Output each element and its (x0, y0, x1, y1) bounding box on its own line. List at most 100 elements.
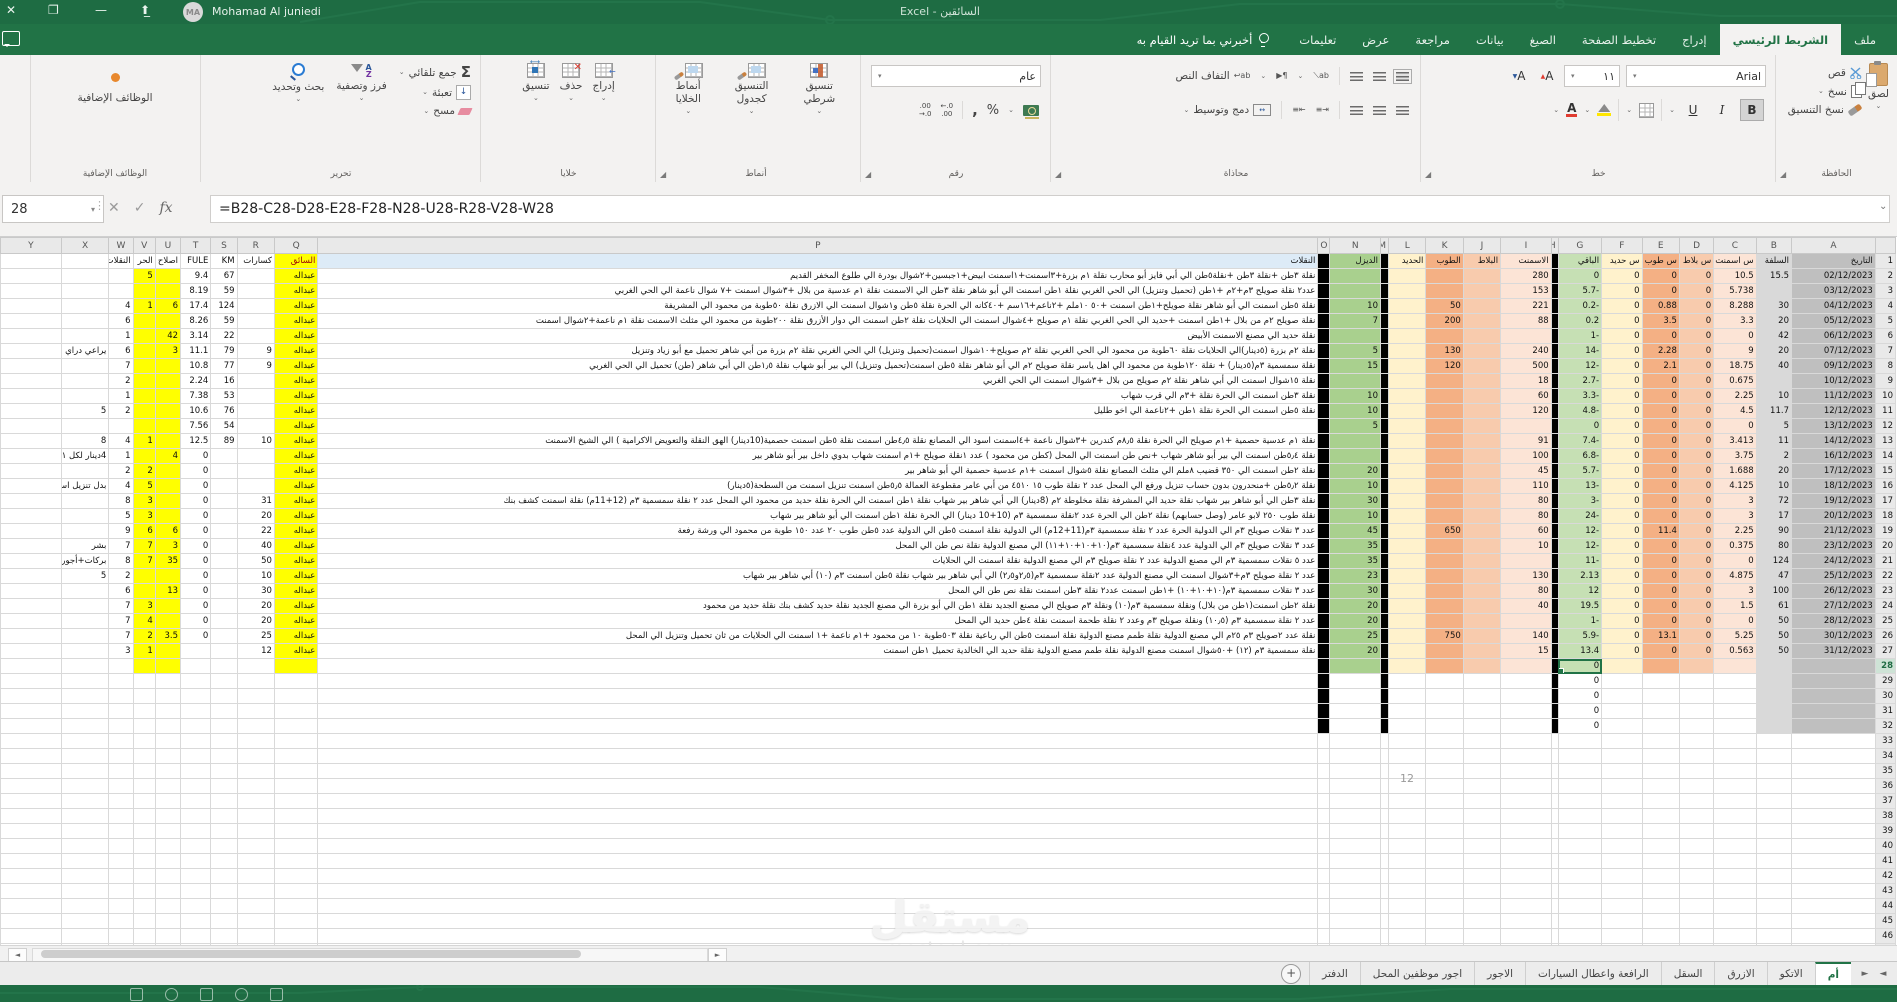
cell-Y34[interactable] (0, 748, 62, 764)
cell-S8[interactable]: 77 (210, 358, 238, 374)
cell-M14[interactable] (1379, 448, 1390, 464)
cell-H9[interactable] (1550, 373, 1559, 389)
paste-button[interactable]: لصق ⌄ (1865, 55, 1889, 116)
cell-V39[interactable] (132, 823, 156, 839)
cell-K42[interactable] (1425, 868, 1464, 884)
cell-D2[interactable]: 0 (1678, 268, 1715, 284)
cell-O26[interactable] (1317, 628, 1331, 644)
cell-B12[interactable]: 5 (1755, 418, 1792, 434)
tab-عرض[interactable]: عرض (1349, 24, 1402, 55)
cell-Q12[interactable]: عبداله (273, 418, 319, 434)
cell-L34[interactable] (1388, 748, 1427, 764)
cell-L14[interactable] (1388, 448, 1427, 464)
cell-J8[interactable] (1462, 358, 1502, 374)
cell-S43[interactable] (210, 883, 238, 899)
cell-M42[interactable] (1379, 868, 1390, 884)
cell-A32[interactable] (1790, 718, 1876, 734)
sort-filter-button[interactable]: AZ فرز وتصفية ⌄ (336, 55, 386, 117)
cell-N12[interactable]: 5 (1329, 418, 1381, 434)
cell-P6[interactable]: نقلة حديد الي مصنع الاسمنت الأبيض (317, 328, 1319, 344)
cell-F27[interactable]: 0 (1601, 643, 1643, 659)
cell-M34[interactable] (1379, 748, 1390, 764)
cell-G5[interactable]: 0.2 (1557, 313, 1603, 329)
row-header-23[interactable]: 23 (1874, 583, 1897, 599)
cell-S44[interactable] (210, 898, 238, 914)
cell-Y15[interactable] (0, 463, 62, 479)
cell-C32[interactable] (1713, 718, 1757, 734)
row-header-2[interactable]: 2 (1874, 268, 1897, 284)
cell-X35[interactable] (60, 763, 110, 779)
cell-S17[interactable] (210, 493, 238, 509)
cell-H31[interactable] (1550, 703, 1559, 719)
cell-P28[interactable] (317, 658, 1319, 674)
cell-R32[interactable] (236, 718, 275, 734)
cell-Q9[interactable]: عبداله (273, 373, 319, 389)
cell-E20[interactable]: 0 (1641, 538, 1680, 554)
cell-styles-button[interactable]: أنماط الخلايا ⌄ (662, 55, 715, 115)
cell-I34[interactable] (1500, 748, 1552, 764)
cell-G2[interactable]: 0 (1557, 268, 1603, 284)
cell-S10[interactable]: 53 (210, 388, 238, 404)
cell-X32[interactable] (60, 718, 110, 734)
cell-I6[interactable] (1500, 328, 1552, 344)
cell-A21[interactable]: 24/12/2023 (1790, 553, 1876, 569)
cell-H41[interactable] (1550, 853, 1559, 869)
col-header-U[interactable]: U (154, 237, 182, 254)
cell-U20[interactable]: 3 (154, 538, 182, 554)
cell-C40[interactable] (1713, 838, 1757, 854)
cell-O32[interactable] (1317, 718, 1331, 734)
cell-B28[interactable] (1755, 658, 1792, 674)
cell-R13[interactable]: 10 (236, 433, 275, 449)
cell-F6[interactable]: 0 (1601, 328, 1643, 344)
cell-M22[interactable] (1379, 568, 1390, 584)
cell-O8[interactable] (1317, 358, 1331, 374)
cell-W41[interactable] (108, 853, 134, 869)
cell-V36[interactable] (132, 778, 156, 794)
cell-S30[interactable] (210, 688, 238, 704)
cell-O15[interactable] (1317, 463, 1331, 479)
shrink-font-button[interactable]: A ▼ (1508, 66, 1530, 86)
cell-O14[interactable] (1317, 448, 1331, 464)
cell-P38[interactable] (317, 808, 1319, 824)
cell-X46[interactable] (60, 928, 110, 944)
cell-D11[interactable]: 0 (1678, 403, 1715, 419)
cell-V22[interactable] (132, 568, 156, 584)
cell-A1[interactable]: التاريخ (1790, 253, 1876, 269)
cell-D20[interactable]: 0 (1678, 538, 1715, 554)
cell-O16[interactable] (1317, 478, 1331, 494)
cell-K11[interactable] (1425, 403, 1464, 419)
cell-K23[interactable] (1425, 583, 1464, 599)
cell-K41[interactable] (1425, 853, 1464, 869)
cell-Q5[interactable]: عبداله (273, 313, 319, 329)
cell-J41[interactable] (1462, 853, 1502, 869)
cell-S38[interactable] (210, 808, 238, 824)
cell-B46[interactable] (1755, 928, 1792, 944)
cell-F11[interactable]: 0 (1601, 403, 1643, 419)
cell-S40[interactable] (210, 838, 238, 854)
cell-M7[interactable] (1379, 343, 1390, 359)
cell-A44[interactable] (1790, 898, 1876, 914)
cell-E37[interactable] (1641, 793, 1680, 809)
cell-Q4[interactable]: عبداله (273, 298, 319, 314)
cell-D7[interactable]: 0 (1678, 343, 1715, 359)
cell-Q2[interactable]: عبداله (273, 268, 319, 284)
cell-S36[interactable] (210, 778, 238, 794)
cell-Q24[interactable]: عبداله (273, 598, 319, 614)
cell-S11[interactable]: 76 (210, 403, 238, 419)
row-header-11[interactable]: 11 (1874, 403, 1897, 419)
cell-I15[interactable]: 45 (1500, 463, 1552, 479)
cell-D25[interactable]: 0 (1678, 613, 1715, 629)
underline-dropdown[interactable]: ⌄ (1669, 106, 1675, 114)
cell-D38[interactable] (1678, 808, 1715, 824)
cell-F35[interactable] (1601, 763, 1643, 779)
cell-I18[interactable]: 80 (1500, 508, 1552, 524)
cell-R43[interactable] (236, 883, 275, 899)
cell-I11[interactable]: 120 (1500, 403, 1552, 419)
cell-H17[interactable] (1550, 493, 1559, 509)
cell-W45[interactable] (108, 913, 134, 929)
cell-A28[interactable] (1790, 658, 1876, 674)
cell-Y17[interactable] (0, 493, 62, 509)
cell-F13[interactable]: 0 (1601, 433, 1643, 449)
cell-Y35[interactable] (0, 763, 62, 779)
autosum-button[interactable]: Σ جمع تلقائي ⌄ (399, 65, 471, 80)
